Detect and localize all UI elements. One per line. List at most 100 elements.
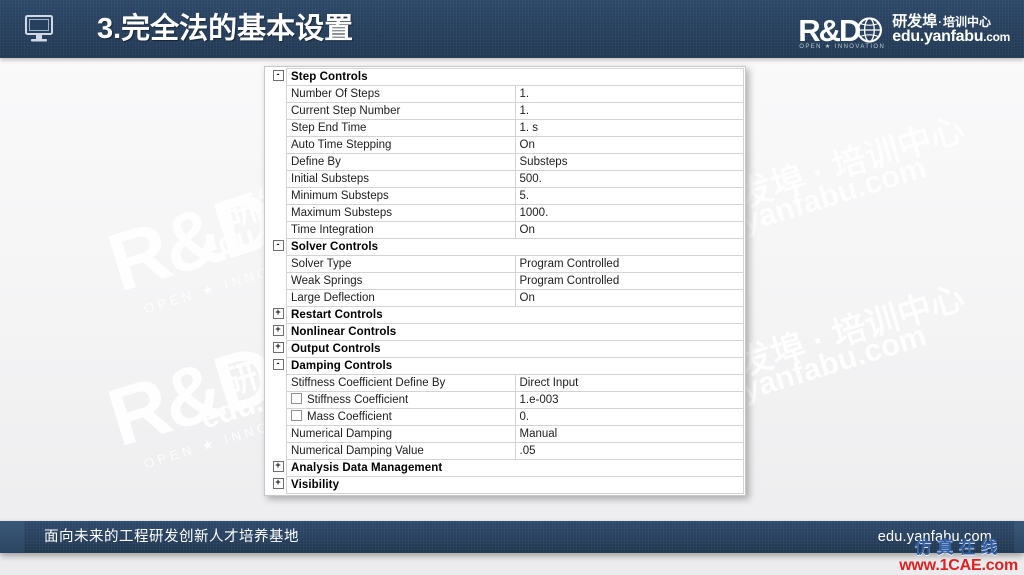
property-label: Stiffness Coefficient Define By: [286, 374, 516, 392]
property-value[interactable]: .05: [514, 442, 744, 460]
toggle-glyph: +: [272, 308, 284, 320]
expand-toggle-icon[interactable]: +: [266, 476, 287, 494]
property-group-row[interactable]: + Analysis Data Management: [266, 459, 744, 477]
property-label: Initial Substeps: [286, 170, 516, 188]
property-value[interactable]: 1000.: [514, 204, 744, 222]
property-row[interactable]: Time Integration On: [266, 221, 744, 239]
toggle-glyph: -: [272, 240, 284, 252]
property-row[interactable]: Weak Springs Program Controlled: [266, 272, 744, 290]
property-value[interactable]: 1.: [514, 85, 744, 103]
property-group-row[interactable]: + Output Controls: [266, 340, 744, 358]
slide: R&D OPEN ★ INNOVATION R&D OPEN ★ INNOVAT…: [0, 0, 1024, 575]
collapse-toggle-icon[interactable]: -: [266, 68, 287, 86]
property-row[interactable]: Initial Substeps 500.: [266, 170, 744, 188]
property-row[interactable]: Current Step Number 1.: [266, 102, 744, 120]
property-group-row[interactable]: - Damping Controls: [266, 357, 744, 375]
expand-toggle-icon[interactable]: +: [266, 323, 287, 341]
property-label: Maximum Substeps: [286, 204, 516, 222]
property-value[interactable]: 1.e-003: [514, 391, 744, 409]
brand-url-tld: .com: [983, 30, 1010, 45]
brand-text-block: 研发埠·培训中心 edu.yanfabu.com: [892, 13, 1010, 47]
property-row[interactable]: Maximum Substeps 1000.: [266, 204, 744, 222]
property-row[interactable]: Mass Coefficient 0.: [266, 408, 744, 426]
property-label: Stiffness Coefficient: [286, 391, 516, 409]
property-value[interactable]: Program Controlled: [514, 272, 744, 290]
property-group-row[interactable]: - Step Controls: [266, 68, 744, 86]
property-group-row[interactable]: + Nonlinear Controls: [266, 323, 744, 341]
monitor-icon: [23, 14, 55, 44]
property-value[interactable]: Direct Input: [514, 374, 744, 392]
collapse-toggle-icon[interactable]: -: [266, 357, 287, 375]
property-checkbox[interactable]: [291, 410, 302, 422]
property-group-label: Nonlinear Controls: [286, 323, 744, 341]
footer-left-cap: [0, 521, 24, 553]
property-checkbox[interactable]: [291, 393, 302, 405]
property-value[interactable]: On: [514, 221, 744, 239]
row-spacer: [266, 119, 287, 137]
property-label: Weak Springs: [286, 272, 516, 290]
row-spacer: [266, 408, 287, 426]
property-row[interactable]: Numerical Damping Value .05: [266, 442, 744, 460]
property-value[interactable]: Substeps: [514, 153, 744, 171]
property-group-row[interactable]: + Visibility: [266, 476, 744, 494]
toggle-glyph: +: [272, 461, 284, 473]
row-spacer: [266, 136, 287, 154]
watermark-rd-logo-2: R&D: [98, 328, 284, 465]
brand-url-main: edu.yanfabu: [892, 28, 984, 46]
collapse-toggle-icon[interactable]: -: [266, 238, 287, 256]
property-row[interactable]: Define By Substeps: [266, 153, 744, 171]
property-row[interactable]: Large Deflection On: [266, 289, 744, 307]
brand-mark-icon: R&D OPEN ★ INNOVATION: [798, 12, 884, 51]
brand-mark-text: R&D: [798, 12, 861, 48]
property-row[interactable]: Stiffness Coefficient Define By Direct In…: [266, 374, 744, 392]
row-spacer: [266, 170, 287, 188]
property-value[interactable]: 5.: [514, 187, 744, 205]
row-spacer: [266, 221, 287, 239]
toggle-glyph: +: [272, 342, 284, 354]
row-spacer: [266, 153, 287, 171]
expand-toggle-icon[interactable]: +: [266, 459, 287, 477]
expand-toggle-icon[interactable]: +: [266, 306, 287, 324]
globe-icon: [857, 17, 883, 43]
brand-logo: R&D OPEN ★ INNOVATION 研发埠·培训中心 edu.yanfa…: [798, 9, 1010, 51]
property-value[interactable]: Program Controlled: [514, 255, 744, 273]
corner-watermark-url: www.1CAE.com: [899, 557, 1018, 574]
property-row[interactable]: Auto Time Stepping On: [266, 136, 744, 154]
property-value[interactable]: Manual: [514, 425, 744, 443]
property-row[interactable]: Number Of Steps 1.: [266, 85, 744, 103]
slide-header: 3.完全法的基本设置 R&D OPEN ★ INNOVATION 研发埠·培训中…: [0, 0, 1024, 58]
property-value[interactable]: 0.: [514, 408, 744, 426]
property-value[interactable]: 1. s: [514, 119, 744, 137]
property-label-text: Mass Coefficient: [307, 411, 392, 423]
page-title: 3.完全法的基本设置: [97, 13, 354, 45]
property-row[interactable]: Stiffness Coefficient 1.e-003: [266, 391, 744, 409]
property-row[interactable]: Step End Time 1. s: [266, 119, 744, 137]
property-value[interactable]: On: [514, 136, 744, 154]
property-label: Minimum Substeps: [286, 187, 516, 205]
property-label-text: Stiffness Coefficient: [307, 394, 409, 406]
property-row[interactable]: Solver Type Program Controlled: [266, 255, 744, 273]
property-label: Time Integration: [286, 221, 516, 239]
property-value[interactable]: 500.: [514, 170, 744, 188]
property-value[interactable]: 1.: [514, 102, 744, 120]
property-group-row[interactable]: + Restart Controls: [266, 306, 744, 324]
property-group-label: Damping Controls: [286, 357, 744, 375]
property-row[interactable]: Minimum Substeps 5.: [266, 187, 744, 205]
expand-toggle-icon[interactable]: +: [266, 340, 287, 358]
row-spacer: [266, 85, 287, 103]
row-spacer: [266, 102, 287, 120]
property-label: Numerical Damping: [286, 425, 516, 443]
property-value[interactable]: On: [514, 289, 744, 307]
property-group-label: Analysis Data Management: [286, 459, 744, 477]
property-row[interactable]: Numerical Damping Manual: [266, 425, 744, 443]
property-label: Large Deflection: [286, 289, 516, 307]
row-spacer: [266, 391, 287, 409]
property-group-row[interactable]: - Solver Controls: [266, 238, 744, 256]
toggle-glyph: +: [272, 478, 284, 490]
slide-footer: 面向未来的工程研发创新人才培养基地 edu.yanfabu.com: [0, 521, 1024, 553]
row-spacer: [266, 442, 287, 460]
property-label: Number Of Steps: [286, 85, 516, 103]
property-group-label: Step Controls: [286, 68, 744, 86]
details-property-grid[interactable]: - Step Controls Number Of Steps 1. Current S…: [264, 66, 746, 496]
footer-tagline: 面向未来的工程研发创新人才培养基地: [44, 529, 299, 545]
